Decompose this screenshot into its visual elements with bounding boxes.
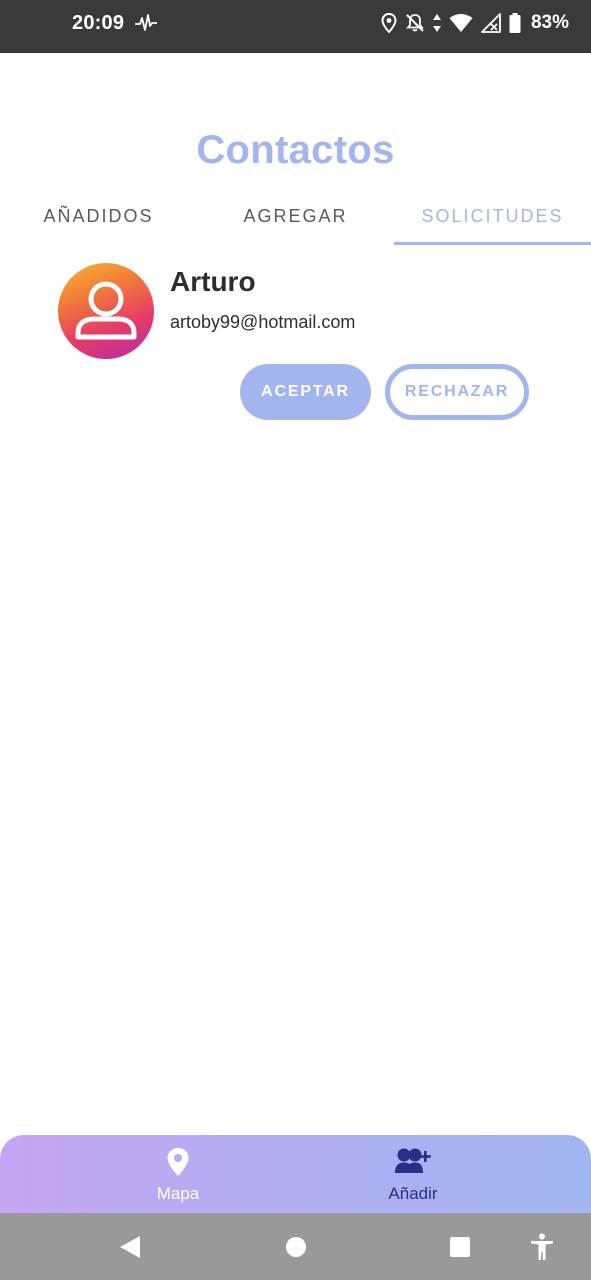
status-icons: 83%: [381, 12, 569, 34]
status-bar: 20:09 83%: [0, 0, 591, 53]
nav-label-map: Mapa: [156, 1184, 200, 1203]
bell-off-icon: [406, 14, 424, 32]
contact-name: Arturo: [170, 266, 256, 297]
home-icon: [286, 1236, 306, 1257]
request-item: Arturo artoby99@hotmail.com ACEPTAR RECH…: [0, 262, 591, 432]
battery-icon: [509, 13, 521, 33]
home-button[interactable]: [278, 1213, 314, 1280]
location-icon: [381, 13, 397, 33]
accept-button[interactable]: ACEPTAR: [240, 364, 371, 420]
contact-email: artoby99@hotmail.com: [170, 312, 356, 332]
recents-button[interactable]: [442, 1213, 478, 1280]
user-icon: [75, 281, 137, 340]
reject-button[interactable]: RECHAZAR: [385, 364, 529, 420]
avatar: [58, 263, 154, 359]
signal-icon: [481, 13, 501, 33]
bottom-navigation: Mapa Añadir: [0, 1135, 591, 1213]
nav-item-map[interactable]: Mapa: [58, 1135, 298, 1213]
recents-icon: [450, 1236, 470, 1257]
accessibility-icon: [531, 1233, 553, 1260]
tab-requests[interactable]: SOLICITUDES: [394, 196, 591, 248]
location-pin-icon: [167, 1148, 189, 1176]
back-button[interactable]: [112, 1213, 148, 1280]
accessibility-button[interactable]: [524, 1213, 560, 1280]
data-arrows-icon: [432, 14, 441, 32]
tab-bar: AÑADIDOS AGREGAR SOLICITUDES: [0, 196, 591, 250]
tab-added[interactable]: AÑADIDOS: [0, 196, 197, 248]
contacts-screen: 20:09 83% Contactos AÑADIDOS AGREGAR SOL…: [0, 0, 591, 1280]
add-user-icon: [395, 1148, 431, 1173]
back-icon: [120, 1235, 140, 1258]
status-time: 20:09: [72, 12, 125, 34]
tab-add[interactable]: AGREGAR: [197, 196, 394, 248]
nav-item-add[interactable]: Añadir: [293, 1135, 533, 1213]
wifi-icon: [449, 14, 473, 32]
battery-percent: 83%: [530, 12, 569, 33]
active-tab-indicator: [394, 242, 591, 245]
pulse-icon: [135, 14, 157, 31]
page-title: Contactos: [196, 128, 395, 172]
system-navigation-bar: [0, 1213, 591, 1280]
nav-label-add: Añadir: [388, 1184, 438, 1203]
